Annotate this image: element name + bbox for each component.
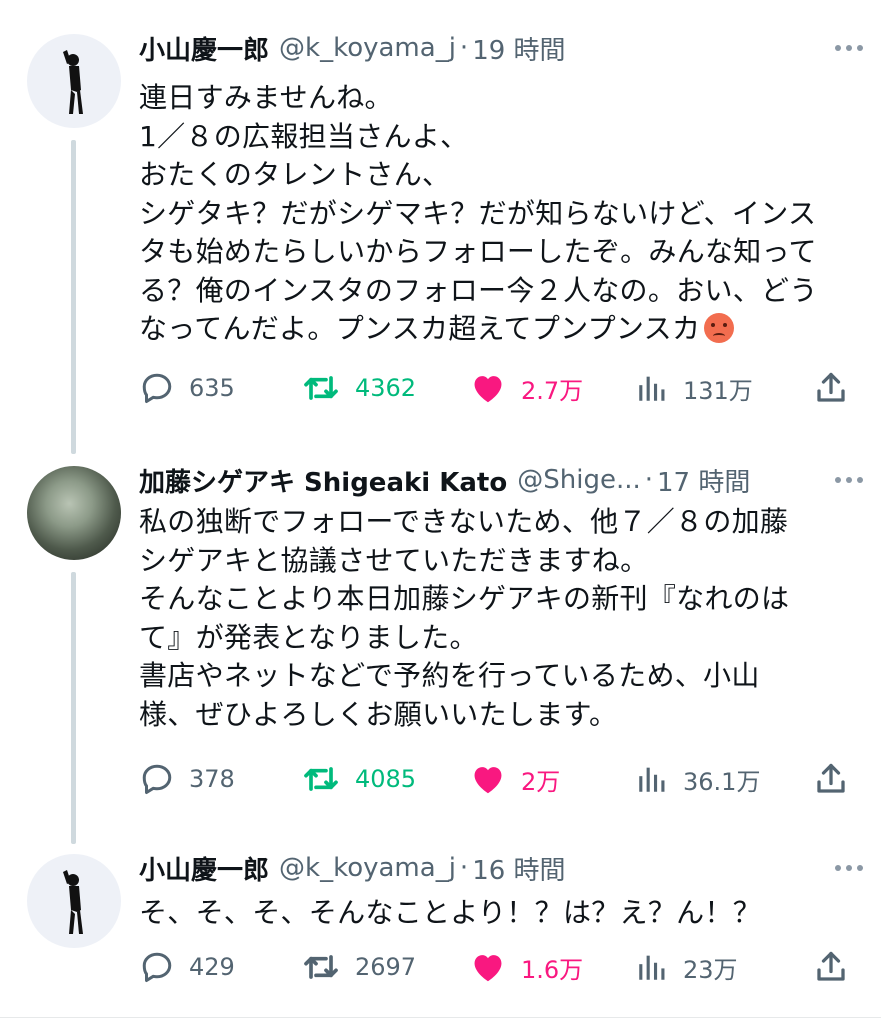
like-button[interactable]: 1.6万 xyxy=(469,947,583,987)
tweet-line: シゲタキ？だがシゲマキ？だが知らないけど、インス xyxy=(139,196,817,230)
tweet-line: 私の独断でフォローできないため、他７／８の加藤 xyxy=(139,505,789,538)
retweet-button[interactable]: 2697 xyxy=(301,947,416,987)
tweet[interactable]: 小山慶一郎 @k_koyama_j · 19 時間 連日すみませんね。 1／８の… xyxy=(0,0,881,440)
retweet-button[interactable]: 4085 xyxy=(301,759,416,799)
tweet[interactable]: 加藤シゲアキ Shigeaki Kato @Shige... · 17 時間 私… xyxy=(0,440,881,840)
tweet-text: そ、そ、そ、そんなことより！？は？え？ん！？ xyxy=(139,894,864,933)
avatar-image xyxy=(63,50,83,114)
tweet-text: 私の独断でフォローできないため、他７／８の加藤 シゲアキと協議させていただきます… xyxy=(139,503,864,734)
action-bar: 429 2697 1.6万 23万 xyxy=(139,947,851,987)
avatar[interactable] xyxy=(27,34,121,128)
share-icon xyxy=(813,761,849,797)
tweet-line: て』が発表となりました。 xyxy=(139,620,478,654)
tweet-line: る？俺のインスタのフォロー今２人なの。おい、どう xyxy=(139,273,818,307)
avatar[interactable] xyxy=(27,466,121,560)
separator-dot: · xyxy=(459,853,469,883)
views-icon xyxy=(635,950,669,984)
author-name[interactable]: 加藤シゲアキ Shigeaki Kato xyxy=(139,462,507,499)
like-count: 1.6万 xyxy=(521,955,584,984)
retweet-count: 4362 xyxy=(355,374,417,402)
views-icon xyxy=(635,762,669,796)
timestamp[interactable]: 17 時間 xyxy=(657,462,750,499)
tweet-line: 連日すみませんね。 xyxy=(139,81,393,114)
tweet[interactable]: 小山慶一郎 @k_koyama_j · 16 時間 そ、そ、そ、そんなことより！… xyxy=(0,840,881,1017)
timestamp[interactable]: 19 時間 xyxy=(472,30,565,67)
action-bar: 378 4085 2万 36.1万 xyxy=(139,759,851,799)
retweet-count: 2697 xyxy=(355,953,417,981)
reply-count: 429 xyxy=(189,953,235,981)
share-icon xyxy=(813,370,849,406)
retweet-icon xyxy=(301,947,341,987)
views-count: 23万 xyxy=(683,955,738,984)
tweet-line: 1／８の広報担当さんよ、 xyxy=(139,119,469,153)
views-button[interactable]: 23万 xyxy=(635,947,738,987)
tweet-text: 連日すみませんね。 1／８の広報担当さんよ、 おたくのタレントさん、 シゲタキ？… xyxy=(139,79,864,349)
retweet-icon xyxy=(301,368,341,408)
tweet-line: おたくのタレントさん、 xyxy=(139,158,451,191)
reply-count: 378 xyxy=(189,765,235,793)
divider xyxy=(0,1017,881,1018)
views-icon xyxy=(635,371,669,405)
more-icon[interactable] xyxy=(829,30,869,66)
like-icon xyxy=(469,760,507,798)
like-icon xyxy=(469,948,507,986)
retweet-icon xyxy=(301,759,341,799)
like-count: 2万 xyxy=(521,767,561,796)
tweet-line: 書店やネットなどで予約を行っているため、小山 xyxy=(139,659,760,692)
tweet-line-last: なってんだよ。プンスカ超えてプンプンスカ xyxy=(139,310,864,349)
share-icon xyxy=(813,949,849,985)
more-icon[interactable] xyxy=(829,462,869,498)
share-button[interactable] xyxy=(813,368,849,408)
tweet-line: なってんだよ。プンスカ超えてプンプンスカ xyxy=(139,312,701,345)
views-count: 36.1万 xyxy=(683,767,761,796)
tweet-line: タも始めたらしいからフォローしたぞ。みんな知って xyxy=(139,235,817,268)
author-handle[interactable]: @k_koyama_j xyxy=(279,33,456,63)
avatar[interactable] xyxy=(27,854,121,948)
timestamp[interactable]: 16 時間 xyxy=(472,850,565,887)
views-button[interactable]: 36.1万 xyxy=(635,759,760,799)
tweet-line: そ、そ、そ、そんなことより！？は？え？ん！？ xyxy=(139,896,762,929)
views-count: 131万 xyxy=(683,376,753,405)
author-name[interactable]: 小山慶一郎 xyxy=(139,850,269,887)
share-button[interactable] xyxy=(813,759,849,799)
retweet-button[interactable]: 4362 xyxy=(301,368,416,408)
more-icon[interactable] xyxy=(829,850,869,886)
share-button[interactable] xyxy=(813,947,849,987)
avatar-image xyxy=(63,870,83,934)
author-handle[interactable]: @Shige... xyxy=(517,465,641,495)
like-button[interactable]: 2万 xyxy=(469,759,560,799)
views-button[interactable]: 131万 xyxy=(635,368,753,408)
like-button[interactable]: 2.7万 xyxy=(469,368,583,408)
reply-button[interactable]: 635 xyxy=(139,368,235,408)
reply-icon xyxy=(139,370,175,406)
retweet-count: 4085 xyxy=(355,765,417,793)
like-icon xyxy=(469,369,507,407)
separator-dot: · xyxy=(459,33,469,63)
like-count: 2.7万 xyxy=(521,376,584,405)
reply-icon xyxy=(139,761,175,797)
tweet-line: 様、ぜひよろしくお願いいたします。 xyxy=(139,697,618,731)
separator-dot: · xyxy=(644,465,653,495)
tweet-line: シゲアキと協議させていただきますね。 xyxy=(139,543,649,577)
author-handle[interactable]: @k_koyama_j xyxy=(279,853,456,883)
reply-icon xyxy=(139,949,175,985)
tweet-line: そんなことより本日加藤シゲアキの新刊『なれのは xyxy=(139,582,790,615)
reply-button[interactable]: 378 xyxy=(139,759,235,799)
reply-button[interactable]: 429 xyxy=(139,947,235,987)
pouting-face-emoji-icon xyxy=(704,313,735,343)
reply-count: 635 xyxy=(189,374,235,402)
author-name[interactable]: 小山慶一郎 xyxy=(139,30,269,67)
action-bar: 635 4362 2.7万 131万 xyxy=(139,368,851,408)
